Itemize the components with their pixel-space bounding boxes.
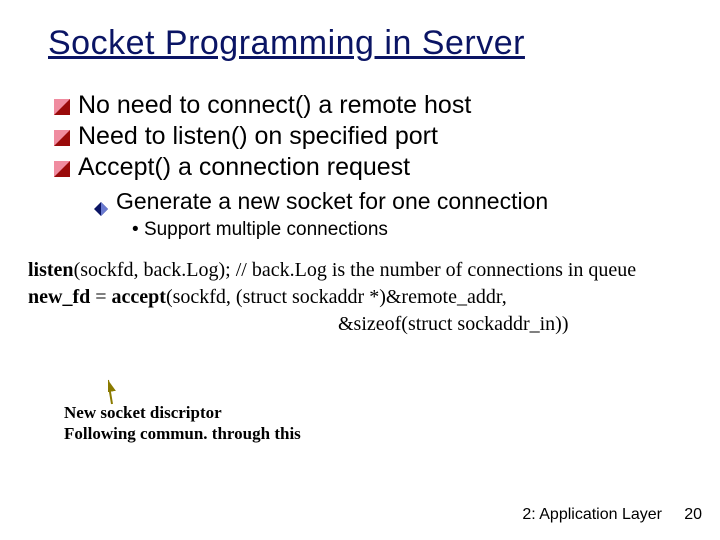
bullet-text: Support multiple connections	[144, 219, 388, 240]
diamond-bullet-icon	[94, 195, 108, 209]
callout-annotation: New socket discriptor Following commun. …	[64, 402, 301, 445]
footer-text: 2: Application Layer	[522, 506, 662, 524]
square-bullet-icon	[54, 161, 70, 177]
code-block: listen(sockfd, back.Log); // back.Log is…	[28, 257, 680, 338]
slide-title: Socket Programming in Server	[48, 24, 680, 63]
bullet-level1: No need to connect() a remote host	[54, 91, 680, 120]
bullet-level2: Generate a new socket for one connection	[94, 188, 680, 215]
bullet-text: Accept() a connection request	[78, 153, 410, 182]
bullet-level1: Need to listen() on specified port	[54, 122, 680, 151]
slide: Socket Programming in Server No need to …	[0, 0, 720, 540]
code-keyword: listen	[28, 259, 74, 281]
bullet-level1: Accept() a connection request	[54, 153, 680, 182]
annotation-line: Following commun. through this	[64, 423, 301, 444]
bullet-text: Need to listen() on specified port	[78, 122, 438, 151]
code-line: listen(sockfd, back.Log); // back.Log is…	[28, 257, 680, 284]
square-bullet-icon	[54, 130, 70, 146]
bullet-text: Generate a new socket for one connection	[116, 188, 548, 215]
code-keyword: accept	[112, 286, 166, 308]
code-line: &sizeof(struct sockaddr_in))	[338, 311, 680, 338]
code-keyword: new_fd	[28, 286, 90, 308]
square-bullet-icon	[54, 99, 70, 115]
bullet-text: No need to connect() a remote host	[78, 91, 471, 120]
code-line: new_fd = accept(sockfd, (struct sockaddr…	[28, 284, 680, 311]
code-text: &sizeof(struct sockaddr_in))	[338, 313, 568, 335]
code-text: (sockfd, (struct sockaddr *)&remote_addr…	[166, 286, 507, 308]
annotation-line: New socket discriptor	[64, 402, 301, 423]
bullet-level3: Support multiple connections	[132, 219, 680, 241]
page-number: 20	[684, 506, 702, 524]
code-text: (sockfd, back.Log); // back.Log is the n…	[74, 259, 637, 281]
bullet-list: No need to connect() a remote host Need …	[54, 91, 680, 241]
code-text: =	[90, 286, 111, 308]
